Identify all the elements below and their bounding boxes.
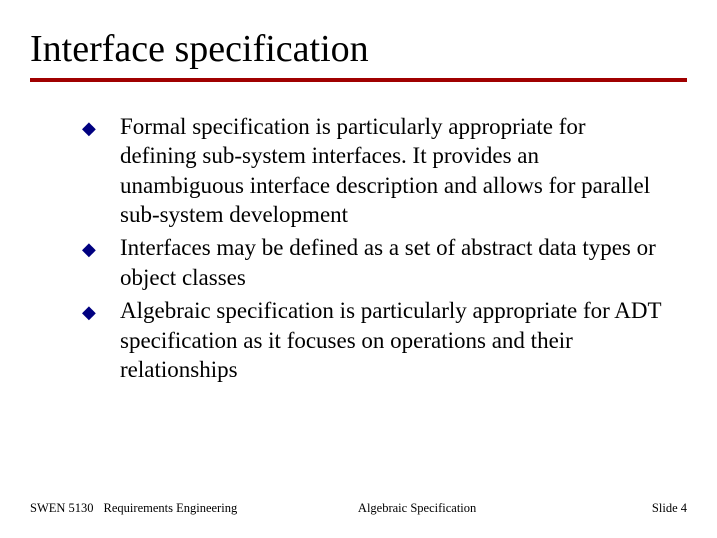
slide-footer: SWEN 5130 Requirements Engineering Algeb… bbox=[30, 501, 687, 516]
footer-course-name: Requirements Engineering bbox=[104, 501, 238, 516]
footer-course-code: SWEN 5130 bbox=[30, 501, 94, 516]
diamond-bullet-icon: ◆ bbox=[82, 112, 120, 143]
footer-left: SWEN 5130 Requirements Engineering bbox=[30, 501, 237, 516]
diamond-bullet-icon: ◆ bbox=[82, 296, 120, 327]
slide: Interface specification ◆ Formal specifi… bbox=[0, 0, 717, 538]
list-item-text: Algebraic specification is particularly … bbox=[120, 296, 667, 384]
footer-slide-number: Slide 4 bbox=[597, 501, 687, 516]
list-item: ◆ Formal specification is particularly a… bbox=[82, 112, 667, 230]
diamond-bullet-icon: ◆ bbox=[82, 233, 120, 264]
footer-center: Algebraic Specification bbox=[237, 501, 597, 516]
bullet-list: ◆ Formal specification is particularly a… bbox=[30, 112, 687, 385]
title-rule bbox=[30, 78, 687, 82]
list-item-text: Interfaces may be defined as a set of ab… bbox=[120, 233, 667, 292]
slide-title: Interface specification bbox=[30, 28, 687, 72]
list-item-text: Formal specification is particularly app… bbox=[120, 112, 667, 230]
list-item: ◆ Algebraic specification is particularl… bbox=[82, 296, 667, 384]
list-item: ◆ Interfaces may be defined as a set of … bbox=[82, 233, 667, 292]
